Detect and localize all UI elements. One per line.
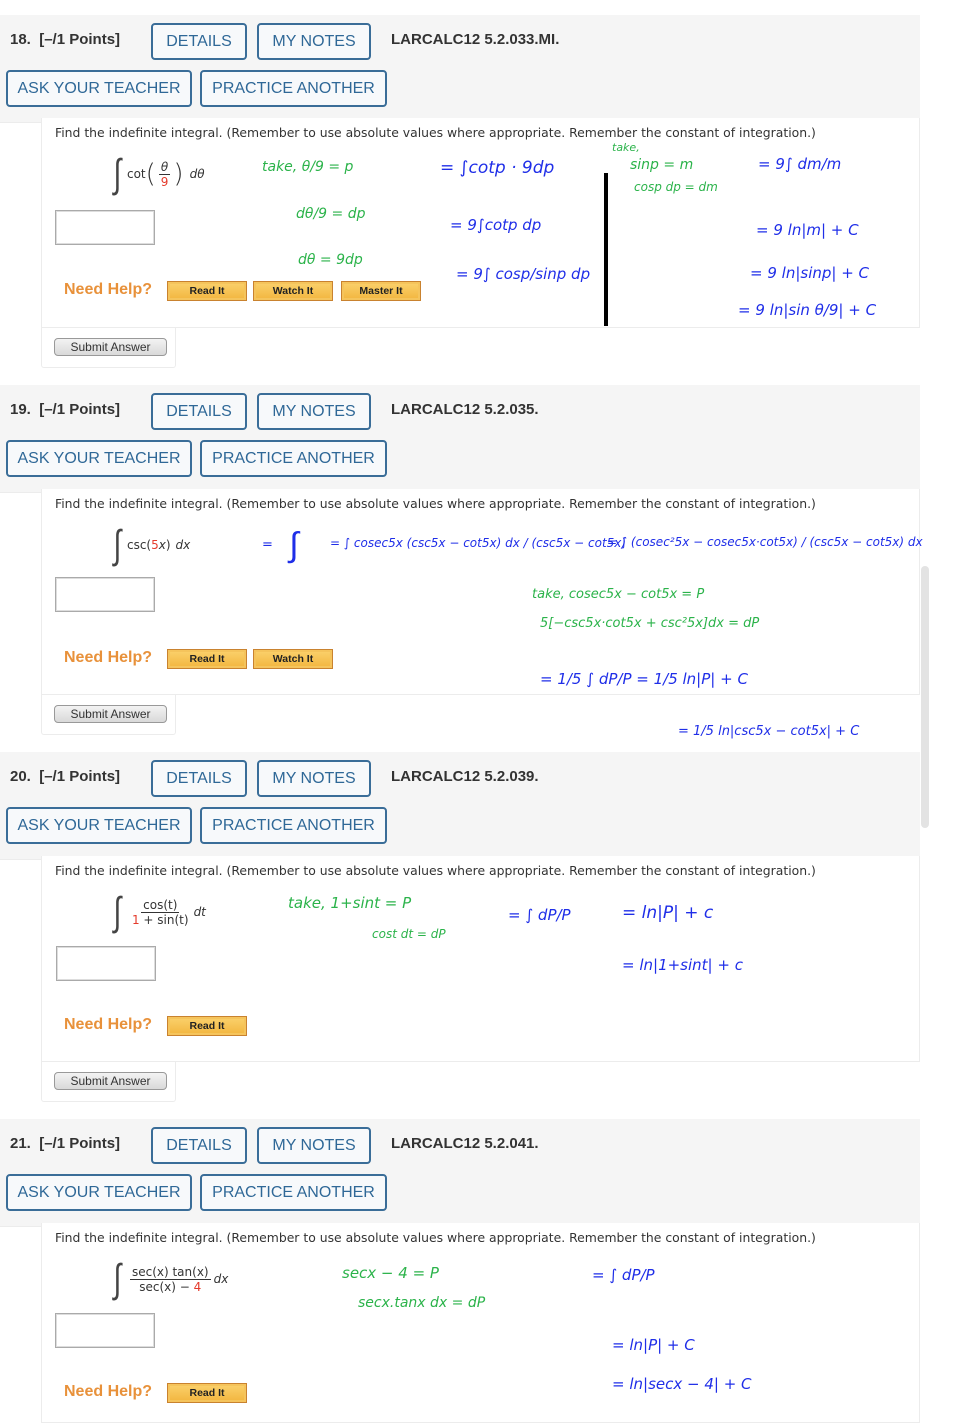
handwritten-note: = ln|P| + C [612, 1336, 695, 1354]
integral-expression: ∫ cos(t) 1 + sin(t) dt [113, 889, 206, 935]
question-number: 19. [–/1 Points] [10, 401, 121, 418]
problem-code: LARCALC12 5.2.039. [391, 768, 539, 785]
my-notes-button[interactable]: MY NOTES [257, 760, 371, 797]
ask-your-teacher-button[interactable]: ASK YOUR TEACHER [6, 807, 192, 844]
need-help-label: Need Help? [64, 281, 153, 298]
details-button[interactable]: DETAILS [151, 23, 247, 60]
question-prompt: Find the indefinite integral. (Remember … [55, 496, 816, 511]
submit-area: Submit Answer [41, 1062, 176, 1102]
answer-input[interactable] [55, 210, 155, 245]
handwritten-note: 5[−csc5x·cot5x + csc²5x]dx = dP [540, 616, 760, 631]
question-prompt: Find the indefinite integral. (Remember … [55, 125, 816, 140]
read-it-button[interactable]: Read It [167, 649, 247, 669]
ask-your-teacher-button[interactable]: ASK YOUR TEACHER [6, 70, 192, 107]
handwritten-note: = 1/5 ∫ dP/P = 1/5 ln|P| + C [540, 670, 748, 688]
question-header: 21. [–/1 Points] DETAILS MY NOTES LARCAL… [0, 1119, 920, 1227]
submit-answer-button[interactable]: Submit Answer [54, 705, 167, 723]
question-header: 19. [–/1 Points] DETAILS MY NOTES LARCAL… [0, 385, 920, 493]
handwritten-note: = 9∫ dm/m [758, 155, 842, 173]
handwritten-note: sinp = m [630, 157, 694, 173]
handwritten-note: = ∫ (cosec²5x − cosec5x·cot5x) / (csc5x … [607, 535, 923, 549]
answer-input[interactable] [56, 946, 156, 981]
read-it-button[interactable]: Read It [167, 1383, 247, 1403]
question-prompt: Find the indefinite integral. (Remember … [55, 863, 816, 878]
question-body: Find the indefinite integral. (Remember … [41, 1223, 920, 1423]
handwritten-note: = 9 ln|m| + C [756, 221, 859, 239]
practice-another-button[interactable]: PRACTICE ANOTHER [200, 807, 387, 844]
question-body: Find the indefinite integral. (Remember … [41, 856, 920, 1062]
handwritten-note: take, θ/9 = p [262, 159, 354, 175]
handwritten-note: secx − 4 = P [342, 1264, 439, 1282]
problem-code: LARCALC12 5.2.033.MI. [391, 31, 560, 48]
answer-input[interactable] [55, 1313, 155, 1348]
watch-it-button[interactable]: Watch It [253, 649, 333, 669]
handwritten-note: = 9∫ cosp/sinp dp [456, 265, 591, 283]
details-button[interactable]: DETAILS [151, 393, 247, 430]
divider-line [604, 173, 608, 326]
read-it-button[interactable]: Read It [167, 1016, 247, 1036]
integral-sign-icon: ∫ [113, 889, 122, 935]
question-header: 18. [–/1 Points] DETAILS MY NOTES LARCAL… [0, 15, 920, 123]
handwritten-note: cosp dp = dm [634, 180, 718, 194]
handwritten-note: = ln|P| + c [622, 903, 714, 923]
handwritten-note: take, cosec5x − cot5x = P [532, 587, 705, 602]
submit-area: Submit Answer [41, 695, 176, 735]
my-notes-button[interactable]: MY NOTES [257, 393, 371, 430]
submit-area: Submit Answer [41, 328, 176, 368]
scrollbar[interactable] [921, 566, 929, 828]
ask-your-teacher-button[interactable]: ASK YOUR TEACHER [6, 440, 192, 477]
question-header: 20. [–/1 Points] DETAILS MY NOTES LARCAL… [0, 752, 920, 860]
ask-your-teacher-button[interactable]: ASK YOUR TEACHER [6, 1174, 192, 1211]
submit-answer-button[interactable]: Submit Answer [54, 1072, 167, 1090]
integral-sign-icon: ∫ [113, 1256, 122, 1302]
handwritten-note: take, [612, 141, 640, 154]
question-body: Find the indefinite integral. (Remember … [41, 489, 920, 695]
integral-expression: ∫ csc(5 x) dx [113, 522, 191, 568]
details-button[interactable]: DETAILS [151, 1127, 247, 1164]
handwritten-note: = ∫ [262, 525, 299, 565]
practice-another-button[interactable]: PRACTICE ANOTHER [200, 70, 387, 107]
handwritten-note: = ∫ dP/P [508, 906, 571, 924]
handwritten-note: dθ = 9dp [298, 252, 363, 268]
need-help-label: Need Help? [64, 1383, 153, 1400]
handwritten-note: take, 1+sint = P [288, 894, 412, 912]
handwritten-note: = 9∫cotp dp [450, 216, 542, 234]
watch-it-button[interactable]: Watch It [253, 281, 333, 301]
submit-answer-button[interactable]: Submit Answer [54, 338, 167, 356]
handwritten-note: = 9 ln|sinp| + C [750, 264, 870, 282]
integral-expression: ∫ cot ( θ9 ) dθ [113, 151, 205, 197]
handwritten-note: = ∫ cosec5x (csc5x − cot5x) dx / (csc5x … [330, 536, 627, 550]
my-notes-button[interactable]: MY NOTES [257, 1127, 371, 1164]
handwritten-note: dθ/9 = dp [296, 206, 366, 222]
master-it-button[interactable]: Master It [341, 281, 421, 301]
details-button[interactable]: DETAILS [151, 760, 247, 797]
practice-another-button[interactable]: PRACTICE ANOTHER [200, 1174, 387, 1211]
handwritten-note: cost dt = dP [372, 927, 446, 941]
handwritten-note: = ln|1+sint| + c [622, 956, 743, 974]
handwritten-note: = ∫cotp · 9dp [440, 158, 555, 178]
read-it-button[interactable]: Read It [167, 281, 247, 301]
integral-sign-icon: ∫ [113, 151, 122, 197]
integral-sign-icon: ∫ [113, 522, 122, 568]
handwritten-note: = ln|secx − 4| + C [612, 1375, 752, 1393]
question-number: 21. [–/1 Points] [10, 1135, 121, 1152]
my-notes-button[interactable]: MY NOTES [257, 23, 371, 60]
handwritten-note: secx.tanx dx = dP [358, 1295, 486, 1311]
answer-input[interactable] [55, 577, 155, 612]
handwritten-note: = ∫ dP/P [592, 1266, 655, 1284]
need-help-label: Need Help? [64, 1016, 153, 1033]
practice-another-button[interactable]: PRACTICE ANOTHER [200, 440, 387, 477]
integral-expression: ∫ sec(x) tan(x) sec(x) − 4 dx [113, 1256, 229, 1302]
problem-code: LARCALC12 5.2.035. [391, 401, 539, 418]
question-prompt: Find the indefinite integral. (Remember … [55, 1230, 816, 1245]
problem-code: LARCALC12 5.2.041. [391, 1135, 539, 1152]
handwritten-note: = 1/5 ln|csc5x − cot5x| + C [678, 724, 860, 739]
need-help-label: Need Help? [64, 649, 153, 666]
handwritten-note: = 9 ln|sin θ/9| + C [738, 301, 877, 319]
question-number: 18. [–/1 Points] [10, 31, 121, 48]
question-number: 20. [–/1 Points] [10, 768, 121, 785]
